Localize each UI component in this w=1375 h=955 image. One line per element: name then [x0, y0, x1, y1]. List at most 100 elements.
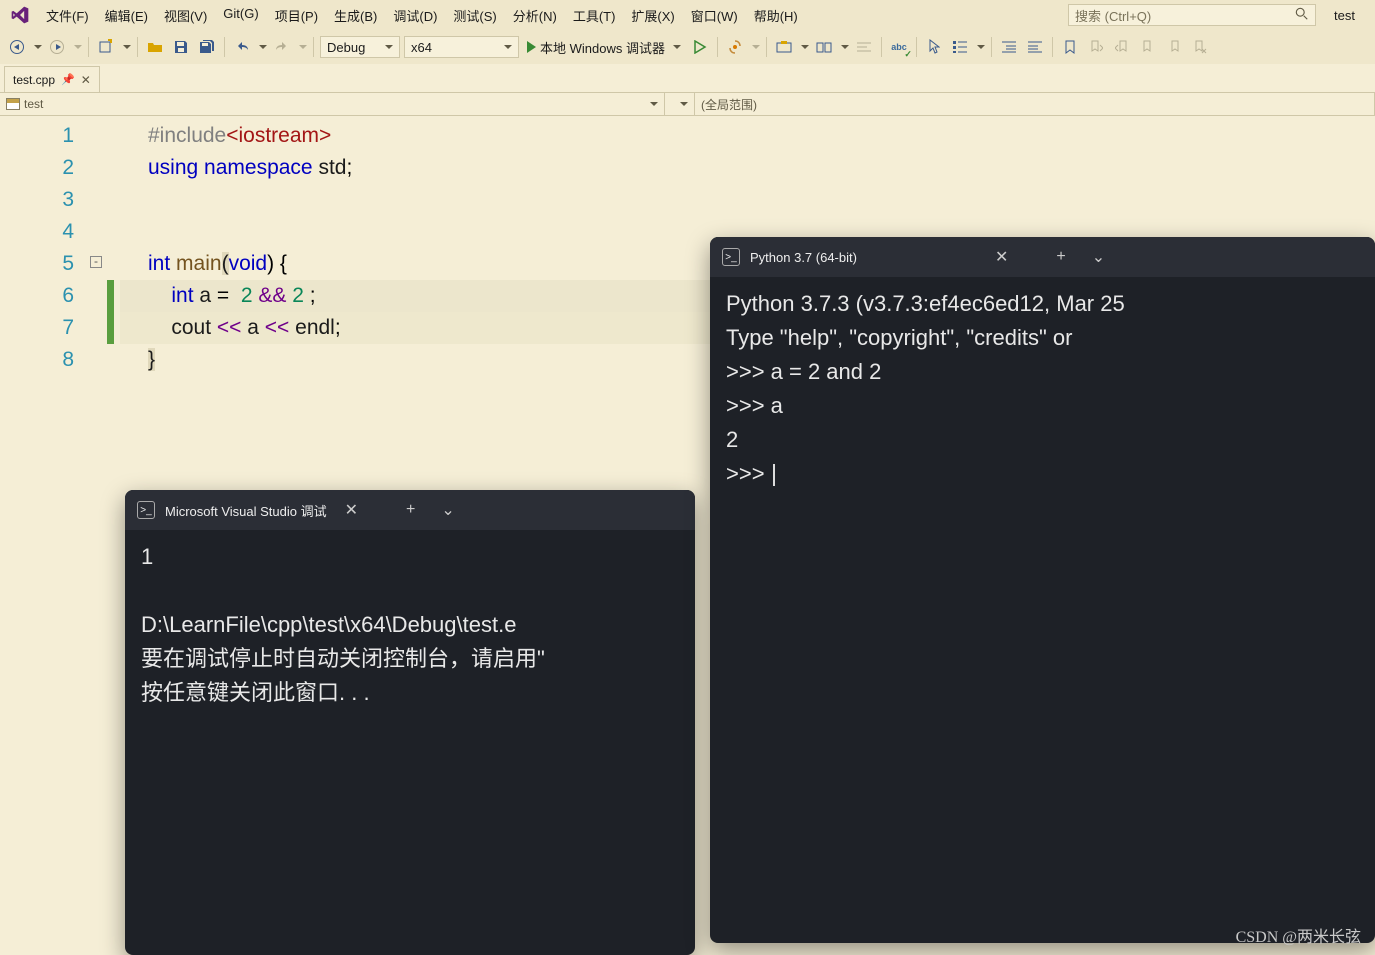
- nav-project-combo[interactable]: test: [0, 93, 665, 115]
- cursor-icon[interactable]: [923, 36, 945, 58]
- code-line: int main(void) {: [120, 248, 287, 280]
- bookmark-clear-icon: [1189, 36, 1211, 58]
- chevron-down-icon[interactable]: [123, 45, 131, 50]
- fold-icon[interactable]: -: [90, 256, 102, 268]
- close-icon[interactable]: ✕: [81, 73, 91, 87]
- undo-icon[interactable]: [231, 36, 253, 58]
- terminal-icon: >_: [137, 501, 155, 519]
- menu-item[interactable]: 文件(F): [38, 3, 97, 28]
- nav-back-button[interactable]: [6, 36, 28, 58]
- abc-icon[interactable]: abc✓: [888, 36, 910, 58]
- watermark-text: CSDN @两米长弦: [1236, 923, 1361, 947]
- chevron-down-icon[interactable]: [977, 45, 985, 50]
- chevron-down-icon: [752, 45, 760, 50]
- tab-test-cpp[interactable]: test.cpp 📌 ✕: [4, 66, 100, 92]
- config-combo[interactable]: Debug: [320, 36, 400, 58]
- chevron-down-icon: [650, 102, 658, 106]
- chevron-down-icon[interactable]: ⌄: [433, 496, 462, 524]
- play-icon: [527, 41, 536, 53]
- line-number: 6: [0, 280, 120, 312]
- line-number: 3: [0, 184, 120, 216]
- toolbox-icon-1[interactable]: [773, 36, 795, 58]
- menu-item[interactable]: 视图(V): [156, 3, 215, 28]
- nav-scope-label: (全局范围): [701, 96, 757, 113]
- console-titlebar[interactable]: >_ Microsoft Visual Studio 调试 ✕ + ⌄: [125, 490, 695, 530]
- bookmark-3-icon: [1137, 36, 1159, 58]
- redo-icon: [271, 36, 293, 58]
- menu-item[interactable]: 分析(N): [505, 3, 565, 28]
- code-line: #include<iostream>: [120, 120, 331, 152]
- console-title: Python 3.7 (64-bit): [750, 250, 857, 265]
- chevron-down-icon: [74, 45, 82, 50]
- menu-bar: 文件(F)编辑(E)视图(V)Git(G)项目(P)生成(B)调试(D)测试(S…: [0, 0, 1375, 30]
- toolbox-icon-2[interactable]: [813, 36, 835, 58]
- menu-item[interactable]: 窗口(W): [683, 3, 746, 28]
- save-icon[interactable]: [170, 36, 192, 58]
- line-number: 7: [0, 312, 120, 344]
- toolbar: Debug x64 本地 Windows 调试器 abc✓: [0, 30, 1375, 64]
- project-icon: [6, 98, 20, 110]
- menu-item[interactable]: 调试(D): [385, 3, 445, 28]
- bookmark-prev-icon: [1085, 36, 1107, 58]
- align-icon: [853, 36, 875, 58]
- close-icon[interactable]: ✕: [987, 243, 1016, 271]
- start-debug-button[interactable]: 本地 Windows 调试器: [523, 38, 685, 57]
- chevron-down-icon: [299, 45, 307, 50]
- chevron-down-icon[interactable]: ⌄: [1084, 243, 1113, 271]
- console-output[interactable]: Python 3.7.3 (v3.7.3:ef4ec6ed12, Mar 25 …: [710, 277, 1375, 501]
- menu-item[interactable]: 生成(B): [326, 3, 385, 28]
- save-all-icon[interactable]: [196, 36, 218, 58]
- nav-scope-combo[interactable]: (全局范围): [695, 93, 1375, 115]
- code-nav-bar: test (全局范围): [0, 92, 1375, 116]
- line-number: 5-: [0, 248, 120, 280]
- solution-name: test: [1320, 8, 1369, 23]
- terminal-icon: >_: [722, 248, 740, 266]
- close-icon[interactable]: ✕: [337, 496, 366, 524]
- menu-item[interactable]: 项目(P): [267, 3, 326, 28]
- debug-console-window: >_ Microsoft Visual Studio 调试 ✕ + ⌄ 1 D:…: [125, 490, 695, 955]
- menu-item[interactable]: 测试(S): [445, 3, 504, 28]
- bookmark-icon[interactable]: [1059, 36, 1081, 58]
- menu-item[interactable]: 工具(T): [565, 3, 624, 28]
- search-box[interactable]: 搜索 (Ctrl+Q): [1068, 4, 1316, 26]
- chevron-down-icon[interactable]: [259, 45, 267, 50]
- console-titlebar[interactable]: >_ Python 3.7 (64-bit) ✕ + ⌄: [710, 237, 1375, 277]
- start-without-debug-icon[interactable]: [689, 36, 711, 58]
- search-placeholder: 搜索 (Ctrl+Q): [1075, 6, 1151, 25]
- line-number: 4: [0, 216, 120, 248]
- nav-forward-button: [46, 36, 68, 58]
- console-output[interactable]: 1 D:\LearnFile\cpp\test\x64\Debug\test.e…: [125, 530, 695, 720]
- new-tab-icon[interactable]: +: [398, 497, 423, 523]
- menu-item[interactable]: 编辑(E): [97, 3, 156, 28]
- menu-item[interactable]: 帮助(H): [746, 3, 806, 28]
- nav-project-label: test: [24, 97, 43, 111]
- visual-studio-logo-icon: [6, 5, 34, 25]
- bookmark-4-icon: [1163, 36, 1185, 58]
- outdent-icon[interactable]: [1024, 36, 1046, 58]
- menu-item[interactable]: Git(G): [215, 3, 266, 28]
- tab-title: test.cpp: [13, 73, 55, 87]
- chevron-down-icon[interactable]: [801, 45, 809, 50]
- line-number: 2: [0, 152, 120, 184]
- indent-icon[interactable]: [998, 36, 1020, 58]
- bookmark-next-icon: [1111, 36, 1133, 58]
- hot-reload-icon: [724, 36, 746, 58]
- line-number: 8: [0, 344, 120, 376]
- new-item-icon[interactable]: [95, 36, 117, 58]
- console-title: Microsoft Visual Studio 调试: [165, 501, 327, 520]
- menu-items: 文件(F)编辑(E)视图(V)Git(G)项目(P)生成(B)调试(D)测试(S…: [38, 3, 806, 28]
- list-icon[interactable]: [949, 36, 971, 58]
- chevron-down-icon[interactable]: [34, 45, 42, 50]
- search-icon: [1295, 7, 1309, 24]
- menu-item[interactable]: 扩展(X): [623, 3, 682, 28]
- code-line: using namespace std;: [120, 152, 352, 184]
- line-number: 1: [0, 120, 120, 152]
- code-line: }: [120, 344, 155, 376]
- nav-middle[interactable]: [665, 93, 695, 115]
- new-tab-icon[interactable]: +: [1048, 244, 1073, 270]
- open-file-icon[interactable]: [144, 36, 166, 58]
- chevron-down-icon[interactable]: [841, 45, 849, 50]
- platform-combo[interactable]: x64: [404, 36, 519, 58]
- python-console-window: >_ Python 3.7 (64-bit) ✕ + ⌄ Python 3.7.…: [710, 237, 1375, 943]
- pin-icon[interactable]: 📌: [61, 73, 75, 86]
